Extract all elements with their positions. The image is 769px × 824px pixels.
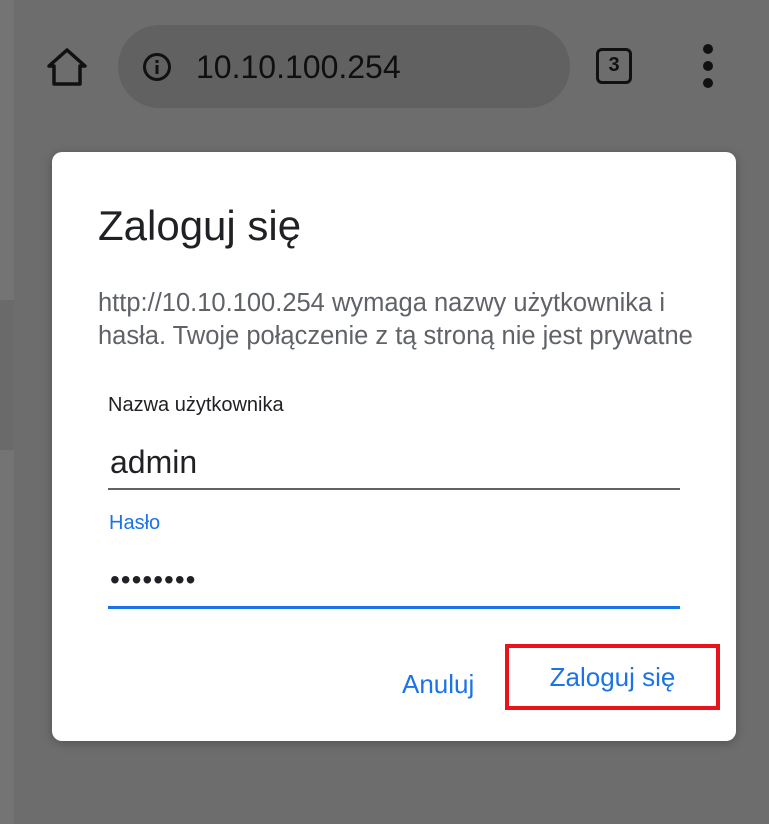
username-label: Nazwa użytkownika: [108, 394, 284, 416]
tab-switcher-icon[interactable]: 3: [596, 48, 632, 84]
login-dialog: Zaloguj się http://10.10.100.254 wymaga …: [52, 152, 736, 741]
home-icon: [47, 48, 87, 86]
menu-dot: [703, 61, 713, 71]
menu-dot: [703, 44, 713, 54]
password-input[interactable]: [108, 554, 680, 609]
username-input[interactable]: [108, 436, 680, 490]
address-bar[interactable]: 10.10.100.254: [118, 25, 570, 108]
dialog-message: http://10.10.100.254 wymaga nazwy użytko…: [98, 289, 693, 350]
menu-dot: [703, 78, 713, 88]
home-button[interactable]: [40, 40, 94, 94]
info-icon[interactable]: [142, 52, 172, 82]
dialog-title: Zaloguj się: [98, 202, 302, 249]
login-button[interactable]: Zaloguj się: [505, 644, 720, 710]
url-text[interactable]: 10.10.100.254: [196, 47, 401, 87]
more-vertical-icon[interactable]: [696, 42, 720, 90]
page-edge-shape: [0, 300, 14, 450]
password-label: Hasło: [109, 512, 161, 534]
cancel-button[interactable]: Anuluj: [398, 662, 478, 706]
